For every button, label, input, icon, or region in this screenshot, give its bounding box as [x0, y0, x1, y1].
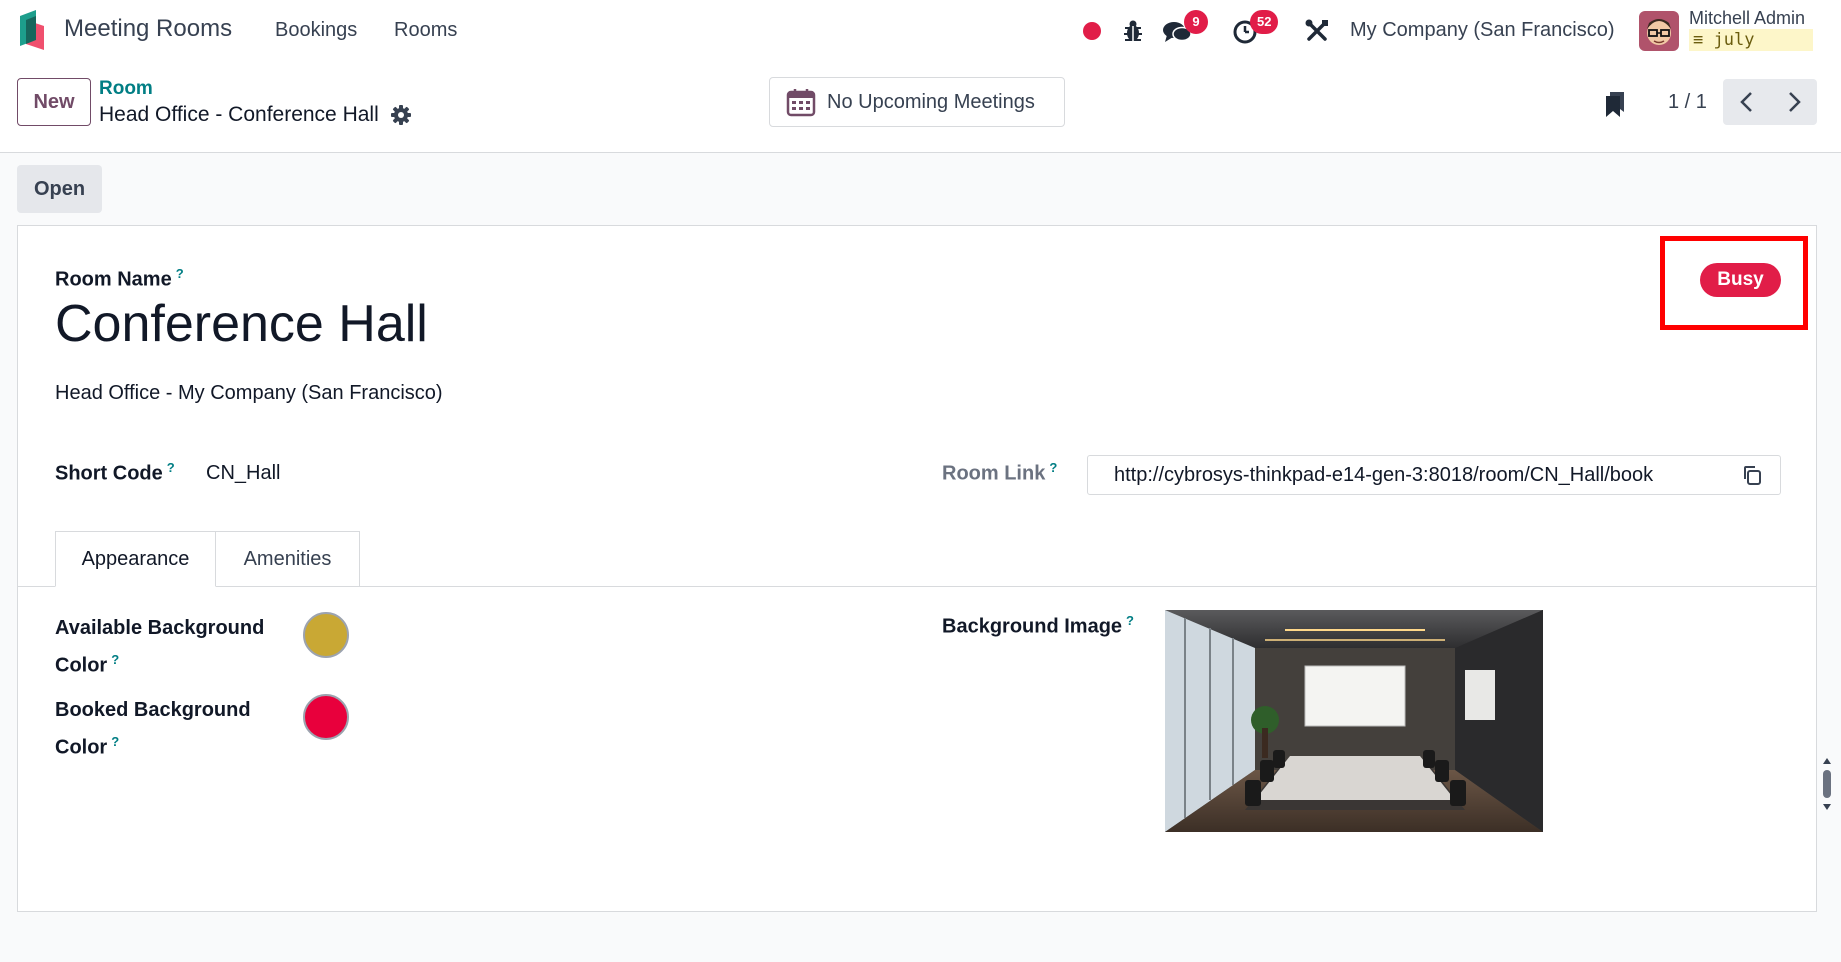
user-name[interactable]: Mitchell Admin [1689, 8, 1805, 29]
breadcrumb-current: Head Office - Conference Hall [99, 103, 379, 126]
room-link-field[interactable]: http://cybrosys-thinkpad-e14-gen-3:8018/… [1087, 455, 1781, 495]
menu-bookings[interactable]: Bookings [275, 19, 357, 42]
calendar-icon [786, 89, 816, 117]
scrollbar-thumb[interactable] [1822, 758, 1832, 810]
breadcrumb-parent[interactable]: Room [99, 78, 153, 100]
help-tooltip-icon[interactable]: ? [1049, 460, 1057, 475]
available-color-label: Available Background Color? [55, 617, 265, 677]
database-name: july [1713, 30, 1755, 50]
help-tooltip-icon[interactable]: ? [176, 266, 184, 281]
chevron-right-icon [1789, 92, 1801, 112]
app-name[interactable]: Meeting Rooms [64, 15, 232, 43]
database-badge: ≡ july [1689, 29, 1813, 51]
gear-icon[interactable] [390, 104, 412, 126]
pager-value[interactable]: 1 / 1 [1668, 91, 1707, 114]
database-icon: ≡ [1693, 30, 1704, 50]
bug-icon[interactable] [1116, 14, 1150, 48]
app-logo-icon[interactable] [18, 10, 46, 50]
bookmark-icon[interactable] [1603, 90, 1627, 118]
activities-count-badge: 52 [1250, 10, 1279, 34]
pager-next-button[interactable] [1770, 79, 1817, 125]
help-tooltip-icon[interactable]: ? [111, 734, 119, 749]
room-link-value[interactable]: http://cybrosys-thinkpad-e14-gen-3:8018/… [1114, 464, 1653, 487]
short-code-label: Short Code? [55, 460, 175, 485]
new-button[interactable]: New [17, 78, 91, 126]
short-code-field[interactable]: CN_Hall [206, 462, 280, 485]
messages-count-badge: 9 [1184, 10, 1208, 34]
user-avatar[interactable] [1639, 11, 1679, 51]
booked-color-label: Booked Background Color? [55, 699, 251, 759]
room-location: Head Office - My Company (San Francisco) [55, 382, 443, 404]
chevron-left-icon [1740, 92, 1752, 112]
help-tooltip-icon[interactable]: ? [111, 652, 119, 667]
room-name-label: Room Name? [55, 266, 184, 291]
copy-icon[interactable] [1741, 464, 1763, 486]
background-image[interactable] [1165, 610, 1543, 832]
open-button[interactable]: Open [17, 165, 102, 213]
upcoming-meetings-button[interactable]: No Upcoming Meetings [769, 77, 1065, 127]
menu-rooms[interactable]: Rooms [394, 19, 457, 42]
pager-previous-button[interactable] [1723, 79, 1770, 125]
tab-amenities[interactable]: Amenities [216, 531, 360, 587]
help-tooltip-icon[interactable]: ? [1126, 613, 1134, 628]
company-switcher[interactable]: My Company (San Francisco) [1350, 19, 1615, 42]
room-link-label: Room Link? [942, 460, 1058, 485]
status-badge: Busy [1700, 263, 1781, 297]
background-image-label: Background Image? [942, 613, 1134, 638]
room-name-field[interactable]: Conference Hall [55, 294, 428, 354]
tab-appearance[interactable]: Appearance [55, 531, 216, 587]
booked-color-swatch[interactable] [303, 694, 349, 740]
top-navbar: Meeting Rooms Bookings Rooms 9 52 My Com… [0, 0, 1841, 60]
upcoming-meetings-label: No Upcoming Meetings [827, 91, 1035, 113]
pager-buttons [1723, 79, 1817, 125]
form-sheet: Room Name? Conference Hall Head Office -… [17, 225, 1831, 912]
help-tooltip-icon[interactable]: ? [167, 460, 175, 475]
tools-icon[interactable] [1300, 14, 1334, 48]
record-dot-icon[interactable] [1075, 14, 1109, 48]
available-color-swatch[interactable] [303, 612, 349, 658]
